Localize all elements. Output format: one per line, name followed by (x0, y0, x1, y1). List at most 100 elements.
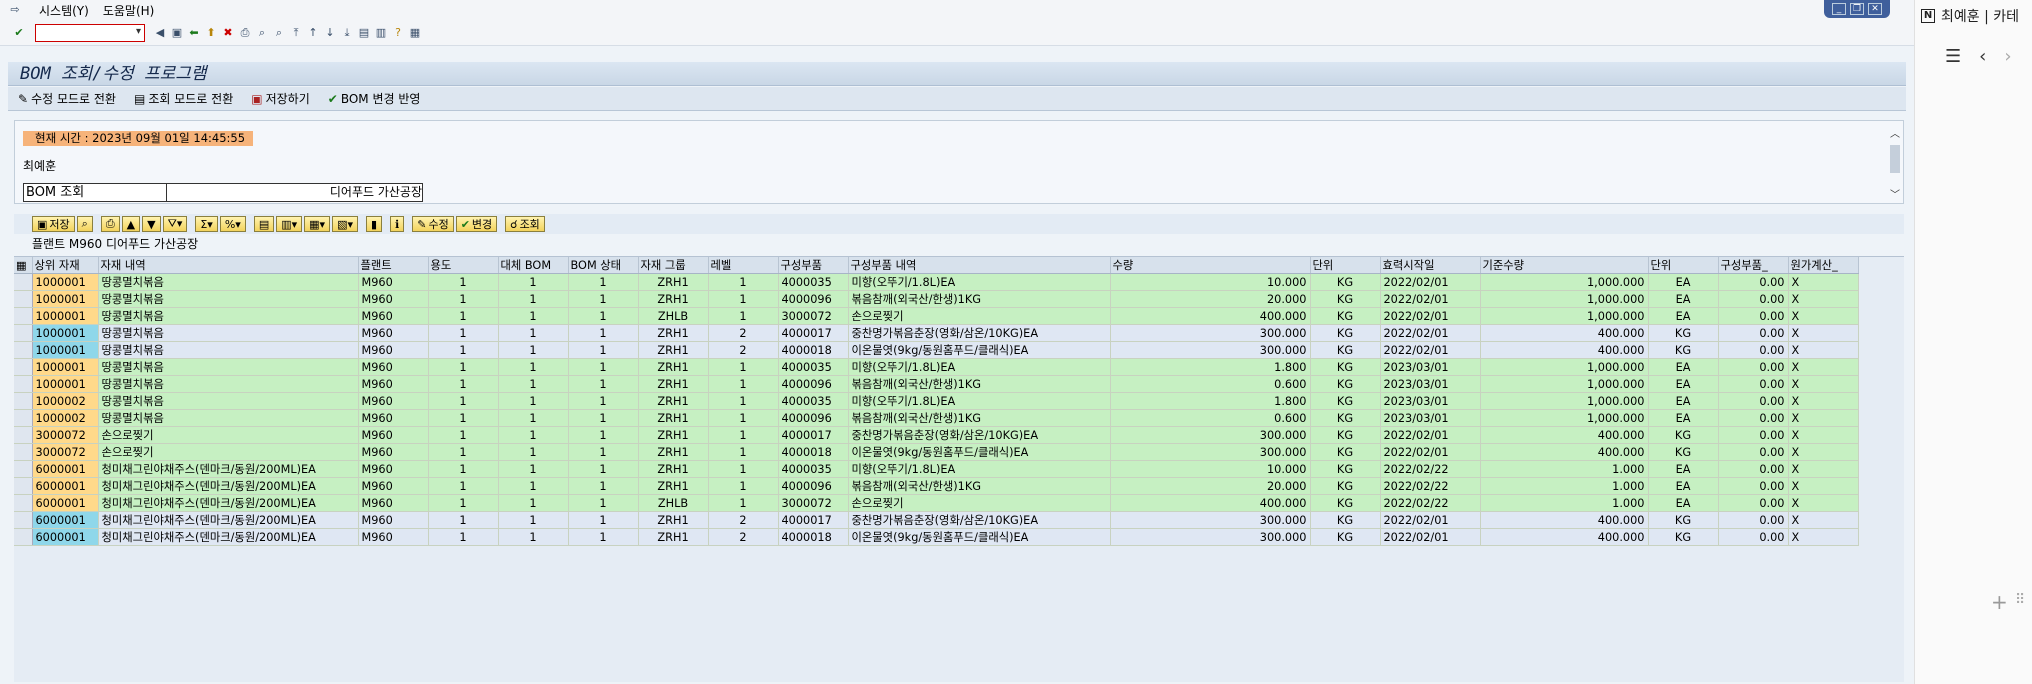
table-row[interactable]: 1000001 땅콩멸치볶음 M960 1 1 1 ZRH1 2 4000017 중찬명가볶음춘장… (14, 324, 1859, 342)
table-cell[interactable]: 1 (708, 494, 779, 512)
column-header[interactable]: 상위 자재 (32, 257, 99, 274)
table-cell[interactable]: 3000072 (32, 443, 99, 461)
table-cell[interactable]: 2 (708, 324, 779, 342)
table-cell[interactable]: KG (1310, 477, 1381, 495)
table-row[interactable]: 3000072 손으로찢기 M960 1 1 1 ZRH1 1 4000017 중찬명가볶음춘장(… (14, 426, 1859, 444)
table-cell[interactable]: ZRH1 (638, 477, 709, 495)
table-cell[interactable]: 중찬명가볶음춘장(영화/삼온/10KG)EA (848, 511, 1111, 529)
table-cell[interactable]: 2023/03/01 (1380, 358, 1481, 376)
table-cell[interactable]: 20.000 (1110, 290, 1311, 308)
table-cell[interactable]: ZRH1 (638, 375, 709, 393)
table-cell[interactable]: M960 (358, 511, 429, 529)
close-icon[interactable]: ✕ (1868, 3, 1882, 15)
table-cell[interactable]: 1 (568, 341, 639, 359)
table-cell[interactable]: M960 (358, 494, 429, 512)
table-cell[interactable]: 1 (708, 290, 779, 308)
table-cell[interactable]: M960 (358, 460, 429, 478)
table-cell[interactable]: 1 (428, 392, 499, 410)
table-cell[interactable]: 청미채그린야채주스(덴마크/동원/200ML)EA (98, 528, 359, 546)
table-cell[interactable]: 청미채그린야채주스(덴마크/동원/200ML)EA (98, 494, 359, 512)
table-cell[interactable]: 6000001 (32, 528, 99, 546)
table-cell[interactable]: 1 (568, 460, 639, 478)
row-selector[interactable] (14, 409, 33, 427)
grid-change-button[interactable]: ✔ 변경 (455, 216, 498, 232)
table-cell[interactable]: 0.00 (1718, 511, 1789, 529)
table-cell[interactable]: 400.000 (1110, 307, 1311, 325)
table-cell[interactable]: 1 (428, 358, 499, 376)
table-row[interactable]: 1000002 땅콩멸치볶음 M960 1 1 1 ZRH1 1 4000035 미향(오뚜기/1… (14, 392, 1859, 410)
table-cell[interactable]: 1 (498, 307, 569, 325)
table-cell[interactable]: X (1788, 511, 1859, 529)
table-cell[interactable]: 땅콩멸치볶음 (98, 324, 359, 342)
apply-bom-button[interactable]: ✔ BOM 변경 반영 (328, 90, 421, 107)
table-cell[interactable]: 1000001 (32, 273, 99, 291)
table-cell[interactable]: KG (1310, 290, 1381, 308)
table-cell[interactable]: 볶음참깨(외국산/한생)1KG (848, 290, 1111, 308)
back-icon[interactable]: ‹ (1979, 46, 1986, 67)
table-row[interactable]: 1000001 땅콩멸치볶음 M960 1 1 1 ZRH1 1 4000096 볶음참깨(외국산… (14, 290, 1859, 308)
table-cell[interactable]: M960 (358, 290, 429, 308)
table-cell[interactable]: 1,000.000 (1480, 307, 1649, 325)
table-cell[interactable]: 0.00 (1718, 341, 1789, 359)
table-cell[interactable]: ZRH1 (638, 511, 709, 529)
scroll-thumb[interactable] (1890, 145, 1900, 173)
table-cell[interactable]: 1,000.000 (1480, 358, 1649, 376)
table-cell[interactable]: 1.800 (1110, 392, 1311, 410)
table-cell[interactable]: 4000096 (778, 477, 849, 495)
table-cell[interactable]: 1 (568, 511, 639, 529)
table-cell[interactable]: X (1788, 290, 1859, 308)
table-cell[interactable]: 4000017 (778, 426, 849, 444)
table-cell[interactable]: 땅콩멸치볶음 (98, 307, 359, 325)
table-cell[interactable]: 손으로찢기 (848, 494, 1111, 512)
table-cell[interactable]: ZHLB (638, 494, 709, 512)
table-cell[interactable]: 400.000 (1480, 511, 1649, 529)
table-cell[interactable]: ZRH1 (638, 426, 709, 444)
shortcut-icon[interactable]: ▥ (374, 26, 388, 40)
table-cell[interactable]: 청미채그린야채주스(덴마크/동원/200ML)EA (98, 477, 359, 495)
table-cell[interactable]: 1 (568, 307, 639, 325)
table-cell[interactable]: X (1788, 528, 1859, 546)
enter-icon[interactable]: ✔ (12, 26, 26, 40)
column-header[interactable]: 기준수량 (1480, 257, 1649, 274)
table-cell[interactable]: X (1788, 477, 1859, 495)
table-cell[interactable]: 1 (498, 528, 569, 546)
table-cell[interactable]: ZHLB (638, 307, 709, 325)
table-cell[interactable]: M960 (358, 528, 429, 546)
table-cell[interactable]: 0.00 (1718, 358, 1789, 376)
table-cell[interactable]: 1 (498, 358, 569, 376)
table-cell[interactable]: 4000018 (778, 341, 849, 359)
table-cell[interactable]: 3000072 (778, 307, 849, 325)
table-cell[interactable]: 1000001 (32, 290, 99, 308)
table-cell[interactable]: 4000018 (778, 443, 849, 461)
table-cell[interactable]: 1 (498, 494, 569, 512)
table-cell[interactable]: 4000035 (778, 460, 849, 478)
table-cell[interactable]: KG (1310, 511, 1381, 529)
table-cell[interactable]: 1 (708, 358, 779, 376)
prev-page-icon[interactable]: ↑ (306, 26, 320, 40)
grid-layout-button[interactable]: ▦▾ (304, 216, 331, 232)
table-cell[interactable]: 2022/02/01 (1380, 307, 1481, 325)
table-cell[interactable]: 1.800 (1110, 358, 1311, 376)
minimize-icon[interactable]: _ (1832, 3, 1846, 15)
table-cell[interactable]: 0.00 (1718, 290, 1789, 308)
table-cell[interactable]: EA (1648, 358, 1719, 376)
table-cell[interactable]: 1 (568, 290, 639, 308)
table-cell[interactable]: 10.000 (1110, 460, 1311, 478)
table-cell[interactable]: 1 (498, 392, 569, 410)
table-cell[interactable]: 1 (428, 426, 499, 444)
column-header[interactable]: 자재 그룹 (638, 257, 709, 274)
table-cell[interactable]: 0.00 (1718, 460, 1789, 478)
table-cell[interactable]: 땅콩멸치볶음 (98, 341, 359, 359)
table-cell[interactable]: X (1788, 341, 1859, 359)
table-cell[interactable]: 1 (568, 324, 639, 342)
table-row[interactable]: 6000001 청미채그린야채주스(덴마크/동원/200ML)EA M960 1 1 1 Z… (14, 511, 1859, 529)
table-cell[interactable]: 4000017 (778, 324, 849, 342)
table-row[interactable]: 1000001 땅콩멸치볶음 M960 1 1 1 ZRH1 1 4000096 볶음참깨(외국산… (14, 375, 1859, 393)
table-cell[interactable]: 1 (498, 477, 569, 495)
table-cell[interactable]: 300.000 (1110, 528, 1311, 546)
grid-print-button[interactable]: ⎙ (100, 216, 120, 232)
table-cell[interactable]: 4000096 (778, 409, 849, 427)
table-cell[interactable]: 1 (708, 375, 779, 393)
table-row[interactable]: 6000001 청미채그린야채주스(덴마크/동원/200ML)EA M960 1 1 1 Z… (14, 460, 1859, 478)
table-cell[interactable]: M960 (358, 477, 429, 495)
